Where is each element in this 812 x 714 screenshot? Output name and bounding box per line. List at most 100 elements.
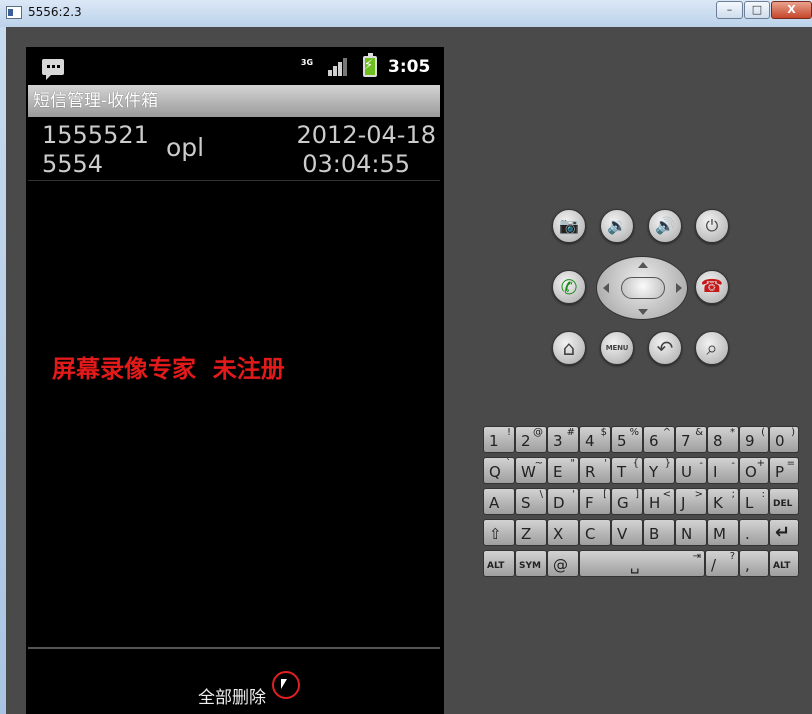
key-slash[interactable]: /? — [705, 550, 739, 577]
status-time: 3:05 — [388, 57, 431, 77]
key-label: 5 — [617, 432, 627, 450]
dpad-down-icon[interactable] — [638, 309, 648, 315]
key-8[interactable]: 8 * — [707, 426, 739, 453]
key-period[interactable]: . — [739, 519, 769, 546]
key-s[interactable]: S \ — [515, 488, 547, 515]
key-7[interactable]: 7 & — [675, 426, 707, 453]
key-alt-label: = — [786, 458, 795, 469]
key-alt-label: # — [566, 427, 575, 438]
list-item[interactable]: 15555215554 opl 2012-04-18 03:04:55 — [28, 119, 440, 181]
call-icon[interactable]: ✆ — [552, 270, 586, 304]
hardware-keyboard: 1! 2 @ 3 # 4 $ 5% 6 ^ 7 & 8 * 9( 0) Q ` W ~ E " R… — [483, 426, 799, 580]
shift-icon: ⇧ — [489, 525, 502, 543]
key-4[interactable]: 4 $ — [579, 426, 611, 453]
key-alt-label: ; — [731, 489, 735, 500]
key-o[interactable]: O + — [739, 457, 769, 484]
key-w[interactable]: W ~ — [515, 457, 547, 484]
key-label: P — [775, 463, 785, 481]
key-alt-label: ` — [506, 458, 511, 469]
key-label: @ — [553, 556, 568, 574]
key-b[interactable]: B — [643, 519, 675, 546]
key-enter[interactable]: ↵ — [769, 519, 799, 546]
message-time: 03:04:55 — [302, 150, 410, 178]
key-sym[interactable]: SYM — [515, 550, 547, 577]
key-alt-right[interactable]: ALT — [769, 550, 799, 577]
key-y[interactable]: Y} — [643, 457, 675, 484]
dpad-center-button[interactable] — [621, 277, 665, 299]
camera-icon[interactable]: 📷 — [552, 209, 586, 243]
key-alt-label: \ — [539, 489, 543, 500]
key-g[interactable]: G] — [611, 488, 643, 515]
key-space[interactable]: ␣ ⇥ — [579, 550, 705, 577]
volume-down-icon[interactable]: 🔉 — [600, 209, 634, 243]
key-e[interactable]: E " — [547, 457, 579, 484]
key-z[interactable]: Z — [515, 519, 547, 546]
key-h[interactable]: H < — [643, 488, 675, 515]
dpad-right-icon[interactable] — [676, 283, 682, 293]
dpad[interactable] — [596, 256, 688, 320]
key-k[interactable]: K; — [707, 488, 739, 515]
home-icon[interactable]: ⌂ — [552, 331, 586, 365]
key-at[interactable]: @ — [547, 550, 579, 577]
key-alt-left[interactable]: ALT — [483, 550, 515, 577]
key-c[interactable]: C — [579, 519, 611, 546]
sender-number: 15555215554 — [42, 121, 149, 178]
dpad-left-icon[interactable] — [603, 283, 609, 293]
key-label: 8 — [713, 432, 723, 450]
key-label: C — [585, 525, 596, 543]
key-v[interactable]: V — [611, 519, 643, 546]
key-alt-label: [ — [603, 489, 607, 500]
key-r[interactable]: R ' — [579, 457, 611, 484]
key-label: O — [745, 463, 757, 481]
key-0[interactable]: 0) — [769, 426, 799, 453]
close-button[interactable]: X — [771, 1, 812, 19]
key-3[interactable]: 3 # — [547, 426, 579, 453]
key-t[interactable]: T{ — [611, 457, 643, 484]
key-alt-label: " — [570, 458, 575, 469]
end-call-icon[interactable]: ☎ — [695, 270, 729, 304]
key-label: K — [713, 494, 723, 512]
key-j[interactable]: J > — [675, 488, 707, 515]
power-icon[interactable]: ⏻ — [695, 209, 729, 243]
key-q[interactable]: Q ` — [483, 457, 515, 484]
key-alt-label: - — [731, 458, 735, 469]
key-u[interactable]: U- — [675, 457, 707, 484]
key-2[interactable]: 2 @ — [515, 426, 547, 453]
watermark-text: 屏幕录像专家 未注册 — [52, 354, 285, 383]
key-comma[interactable]: , — [739, 550, 769, 577]
key-label: ALT — [773, 561, 791, 571]
key-5[interactable]: 5% — [611, 426, 643, 453]
key-l[interactable]: L: — [739, 488, 769, 515]
key-n[interactable]: N — [675, 519, 707, 546]
back-icon[interactable]: ↶ — [648, 331, 682, 365]
key-1[interactable]: 1! — [483, 426, 515, 453]
key-x[interactable]: X — [547, 519, 579, 546]
key-alt-label: - — [699, 458, 703, 469]
key-9[interactable]: 9( — [739, 426, 769, 453]
maximize-button[interactable]: □ — [744, 1, 770, 19]
key-d[interactable]: D ' — [547, 488, 579, 515]
search-icon[interactable]: ⌕ — [695, 331, 729, 365]
key-label: G — [617, 494, 629, 512]
key-label: Y — [649, 463, 659, 481]
key-label: 2 — [521, 432, 531, 450]
key-f[interactable]: F[ — [579, 488, 611, 515]
minimize-button[interactable]: – — [716, 1, 743, 19]
dpad-up-icon[interactable] — [638, 262, 648, 268]
key-m[interactable]: M — [707, 519, 739, 546]
key-del[interactable]: DEL — [769, 488, 799, 515]
menu-button[interactable]: MENU — [600, 331, 634, 365]
key-label: 7 — [681, 432, 691, 450]
key-a[interactable]: A — [483, 488, 515, 515]
key-alt-label: : — [761, 489, 765, 500]
key-6[interactable]: 6 ^ — [643, 426, 675, 453]
volume-up-icon[interactable]: 🔊 — [648, 209, 682, 243]
key-alt-label: + — [756, 458, 765, 469]
enter-icon: ↵ — [775, 522, 791, 543]
key-label: 6 — [649, 432, 659, 450]
delete-all-button[interactable]: 全部删除 — [198, 683, 266, 708]
key-p[interactable]: P = — [769, 457, 799, 484]
key-i[interactable]: I- — [707, 457, 739, 484]
key-label: E — [553, 463, 563, 481]
key-shift[interactable]: ⇧ — [483, 519, 515, 546]
